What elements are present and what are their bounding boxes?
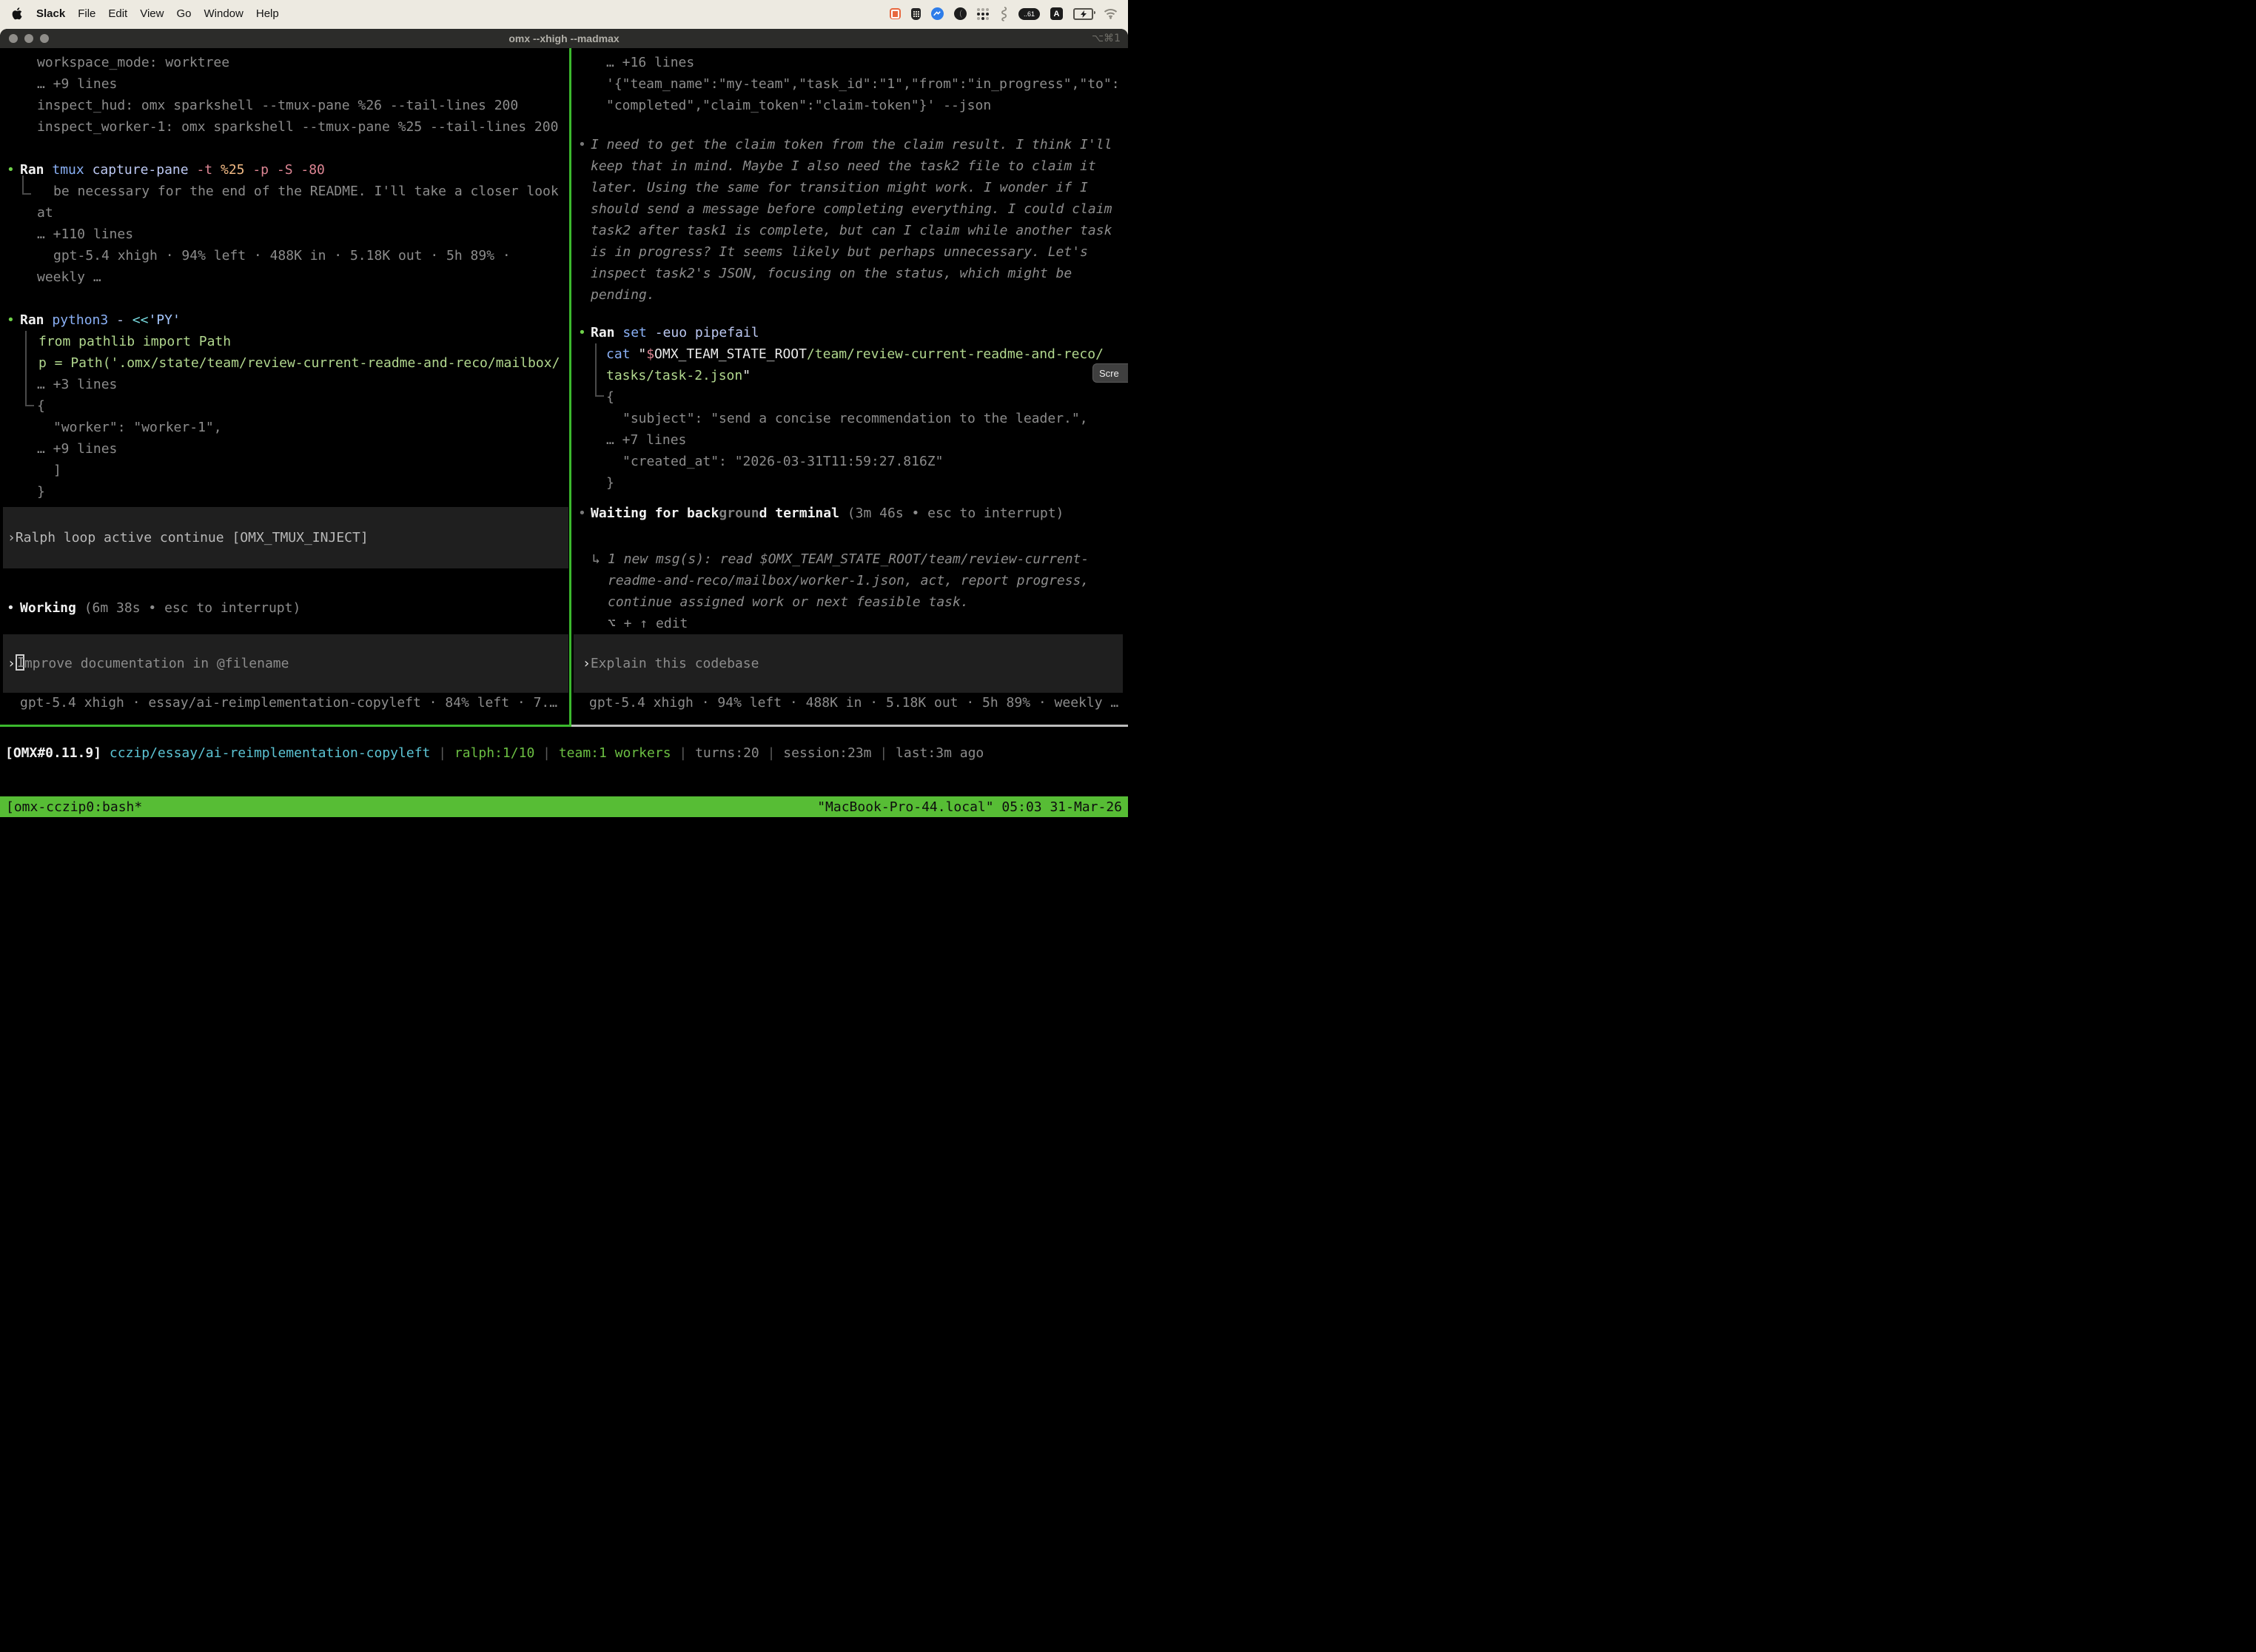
session-status-left: gpt-5.4 xhigh · essay/ai-reimplementatio… [20, 692, 557, 713]
menu-view[interactable]: View [140, 7, 164, 20]
edit-hint: ⌥ + ↑ edit [608, 613, 688, 634]
title-bar[interactable]: omx --xhigh --madmax ⌥⌘1 [0, 29, 1128, 48]
menu-help[interactable]: Help [256, 7, 279, 20]
menu-app-name[interactable]: Slack [36, 7, 65, 20]
terminal-line: } [606, 472, 614, 494]
terminal-line: inspect_worker-1: omx sparkshell --tmux-… [37, 116, 558, 138]
tmux-status-bar[interactable]: [omx-cczip0:bash* "MacBook-Pro-44.local" … [0, 796, 1128, 817]
message-line: continue assigned work or next feasible … [608, 591, 969, 613]
menu-edit[interactable]: Edit [108, 7, 127, 20]
menu-window[interactable]: Window [204, 7, 244, 20]
terminal-line: "worker": "worker-1", [53, 417, 222, 438]
terminal-line: gpt-5.4 xhigh · 94% left · 488K in · 5.1… [53, 245, 511, 266]
thought-line: later. Using the same for transition mig… [591, 177, 1088, 198]
thought-line: keep that in mind. Maybe I also need the… [591, 155, 1096, 177]
menu-go[interactable]: Go [176, 7, 191, 20]
window-title: omx --xhigh --madmax [508, 33, 619, 44]
input-source-icon[interactable]: A [1050, 7, 1063, 20]
ran-bullet: • [7, 309, 15, 331]
zoom-button[interactable] [40, 34, 49, 43]
cat-command-cont: tasks/task-2.json" [606, 365, 751, 386]
message-line: readme-and-reco/mailbox/worker-1.json, a… [608, 570, 1089, 591]
message-arrow: ↳ [592, 548, 600, 570]
prompt-input-right[interactable]: › Explain this codebase [574, 634, 1123, 693]
wifi-icon[interactable] [1104, 8, 1118, 19]
text-cursor: I [16, 654, 24, 671]
thought-line: task2 after task1 is complete, but can I… [591, 220, 1112, 241]
cat-command: cat "$OMX_TEAM_STATE_ROOT/team/review-cu… [606, 343, 1104, 365]
terminal-line: "completed","claim_token":"claim-token"}… [606, 95, 991, 116]
ran-python-command: Ran python3 - <<'PY' [20, 309, 181, 331]
prompt-input-left[interactable]: › Improve documentation in @filename [3, 634, 568, 693]
code-line: from pathlib import Path [38, 331, 231, 352]
ran-bullet: • [7, 159, 15, 181]
code-line: p = Path('.omx/state/team/review-current… [38, 352, 560, 374]
terminal-line: at [37, 202, 53, 224]
tmux-host-clock: "MacBook-Pro-44.local" 05:03 31-Mar-26 [817, 796, 1122, 818]
terminal-line: "subject": "send a concise recommendatio… [622, 408, 1088, 429]
squiggle-icon[interactable] [1000, 7, 1008, 21]
output-connector [22, 175, 31, 195]
battery-icon[interactable] [1073, 8, 1093, 20]
terminal-line: … +110 lines [37, 224, 133, 245]
output-connector [25, 331, 34, 406]
terminal-line: … +9 lines [37, 73, 117, 95]
ralph-loop-banner[interactable]: › Ralph loop active continue [OMX_TMUX_I… [3, 507, 568, 568]
session-status-right: gpt-5.4 xhigh · 94% left · 488K in · 5.1… [589, 692, 1118, 713]
message-line: 1 new msg(s): read $OMX_TEAM_STATE_ROOT/… [608, 548, 1089, 570]
working-status: Working (6m 38s • esc to interrupt) [20, 597, 301, 619]
minimize-button[interactable] [24, 34, 33, 43]
window-shortcut-badge: ⌥⌘1 [1092, 33, 1121, 44]
waiting-bullet: • [578, 503, 586, 524]
thought-line: pending. [591, 284, 655, 306]
terminal-line: "created_at": "2026-03-31T11:59:27.816Z" [622, 451, 943, 472]
badge-61-icon[interactable]: ..61 [1018, 8, 1040, 20]
screen-tooltip: Scre [1092, 363, 1128, 383]
terminal-line: weekly … [37, 266, 101, 288]
status-icons: ..61 A [890, 7, 1128, 21]
pane-divider[interactable] [569, 48, 571, 727]
moon-circle-icon[interactable] [954, 7, 967, 20]
close-button[interactable] [9, 34, 18, 43]
shield-grid-icon[interactable] [911, 8, 921, 20]
terminal-line: be necessary for the end of the README. … [53, 181, 559, 202]
terminal-line: inspect_hud: omx sparkshell --tmux-pane … [37, 95, 518, 116]
menu-file[interactable]: File [78, 7, 95, 20]
bolt-badge-icon[interactable] [931, 7, 944, 20]
terminal-line: … +16 lines [606, 52, 694, 73]
ran-set-command: Ran set -euo pipefail [591, 322, 759, 343]
thought-line: should send a message before completing … [591, 198, 1112, 220]
traffic-lights [9, 34, 49, 43]
thought-line: I need to get the claim token from the c… [591, 134, 1112, 155]
working-bullet: • [7, 597, 15, 619]
screenshot-app-icon[interactable] [890, 8, 901, 19]
terminal-line: { [37, 395, 45, 417]
output-connector [595, 343, 604, 397]
terminal-content: workspace_mode: worktree … +9 lines insp… [0, 48, 1128, 826]
apple-menu-icon[interactable] [12, 7, 22, 20]
right-pane-border [571, 725, 1128, 727]
terminal-line: { [606, 386, 614, 408]
ran-bullet: • [578, 322, 586, 343]
left-pane-border [0, 725, 569, 727]
terminal-line: '{"team_name":"my-team","task_id":"1","f… [606, 73, 1120, 95]
terminal-line: } [37, 481, 45, 503]
dots-grid-icon[interactable] [977, 7, 990, 20]
menu-bar: Slack File Edit View Go Window Help ..61… [0, 0, 1128, 27]
thought-bullet: • [578, 134, 586, 155]
terminal-line: ] [53, 460, 61, 481]
terminal-line: workspace_mode: worktree [37, 52, 229, 73]
waiting-status: Waiting for background terminal (3m 46s … [591, 503, 1064, 524]
terminal-line: … +7 lines [606, 429, 686, 451]
terminal-line: … +3 lines [37, 374, 117, 395]
ran-tmux-command: Ran tmux capture-pane -t %25 -p -S -80 [20, 159, 325, 181]
omx-status-bar: [OMX#0.11.9] cczip/essay/ai-reimplementa… [5, 742, 984, 764]
tmux-session-label: [omx-cczip0:bash* [6, 796, 142, 818]
thought-line: inspect task2's JSON, focusing on the st… [591, 263, 1072, 284]
thought-line: is in progress? It seems likely but perh… [591, 241, 1088, 263]
terminal-window: omx --xhigh --madmax ⌥⌘1 workspace_mode:… [0, 29, 1128, 826]
terminal-line: … +9 lines [37, 438, 117, 460]
